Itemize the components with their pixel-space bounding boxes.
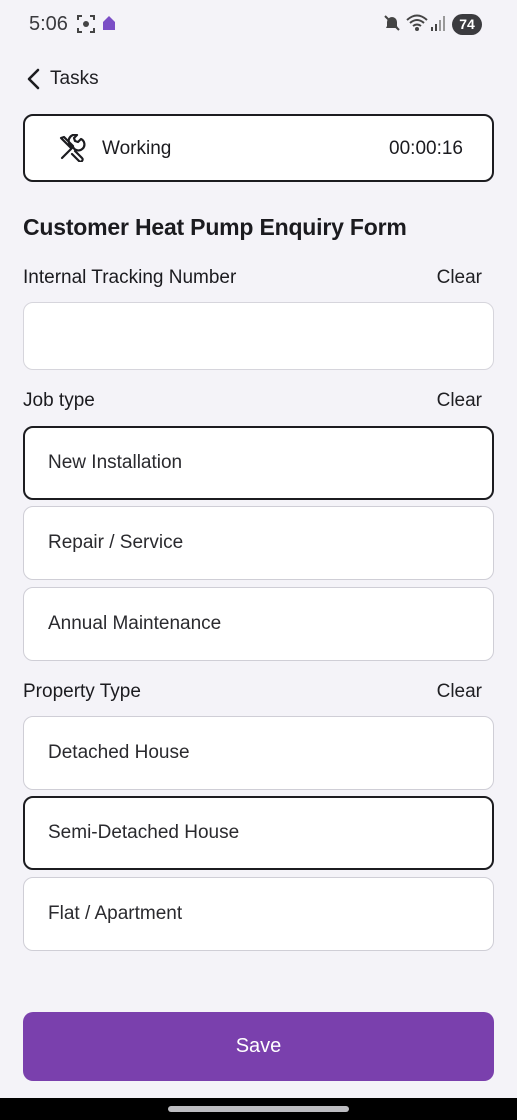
form-title: Customer Heat Pump Enquiry Form	[23, 214, 407, 240]
timer-elapsed: 00:00:16	[389, 138, 463, 159]
property-type-option-flat-apartment[interactable]: Flat / Apartment	[23, 877, 494, 951]
tracking-number-label: Internal Tracking Number	[23, 267, 237, 288]
job-type-clear-button[interactable]: Clear	[437, 390, 482, 412]
screen: 5:06 74 Tasks Working 00:00:16 Customer …	[0, 0, 517, 1120]
battery-indicator: 74	[452, 14, 482, 35]
wifi-icon	[406, 14, 428, 31]
tools-icon	[59, 134, 86, 162]
back-button[interactable]: Tasks	[26, 66, 99, 92]
tracking-number-input[interactable]	[23, 302, 494, 370]
timer-status: Working	[102, 138, 172, 159]
property-type-clear-button[interactable]: Clear	[437, 681, 482, 703]
home-app-icon	[103, 16, 115, 30]
property-type-label: Property Type	[23, 681, 141, 702]
job-type-option-new-installation[interactable]: New Installation	[23, 426, 494, 500]
job-type-option-repair-service[interactable]: Repair / Service	[23, 506, 494, 580]
screenshot-icon	[77, 15, 95, 33]
system-nav-bar	[0, 1098, 517, 1120]
home-gesture-handle[interactable]	[168, 1106, 349, 1112]
property-type-option-semi-detached-house[interactable]: Semi-Detached House	[23, 796, 494, 870]
tracking-clear-button[interactable]: Clear	[437, 267, 482, 289]
mute-icon	[384, 15, 400, 31]
save-button[interactable]: Save	[23, 1012, 494, 1081]
job-type-label: Job type	[23, 390, 95, 411]
back-label: Tasks	[50, 68, 99, 89]
timer-card: Working 00:00:16	[23, 114, 494, 182]
property-type-option-detached-house[interactable]: Detached House	[23, 716, 494, 790]
status-time: 5:06	[29, 13, 68, 35]
signal-icon	[431, 16, 445, 31]
chevron-left-icon	[27, 68, 40, 90]
job-type-option-annual-maintenance[interactable]: Annual Maintenance	[23, 587, 494, 661]
status-bar: 5:06 74	[0, 0, 517, 50]
